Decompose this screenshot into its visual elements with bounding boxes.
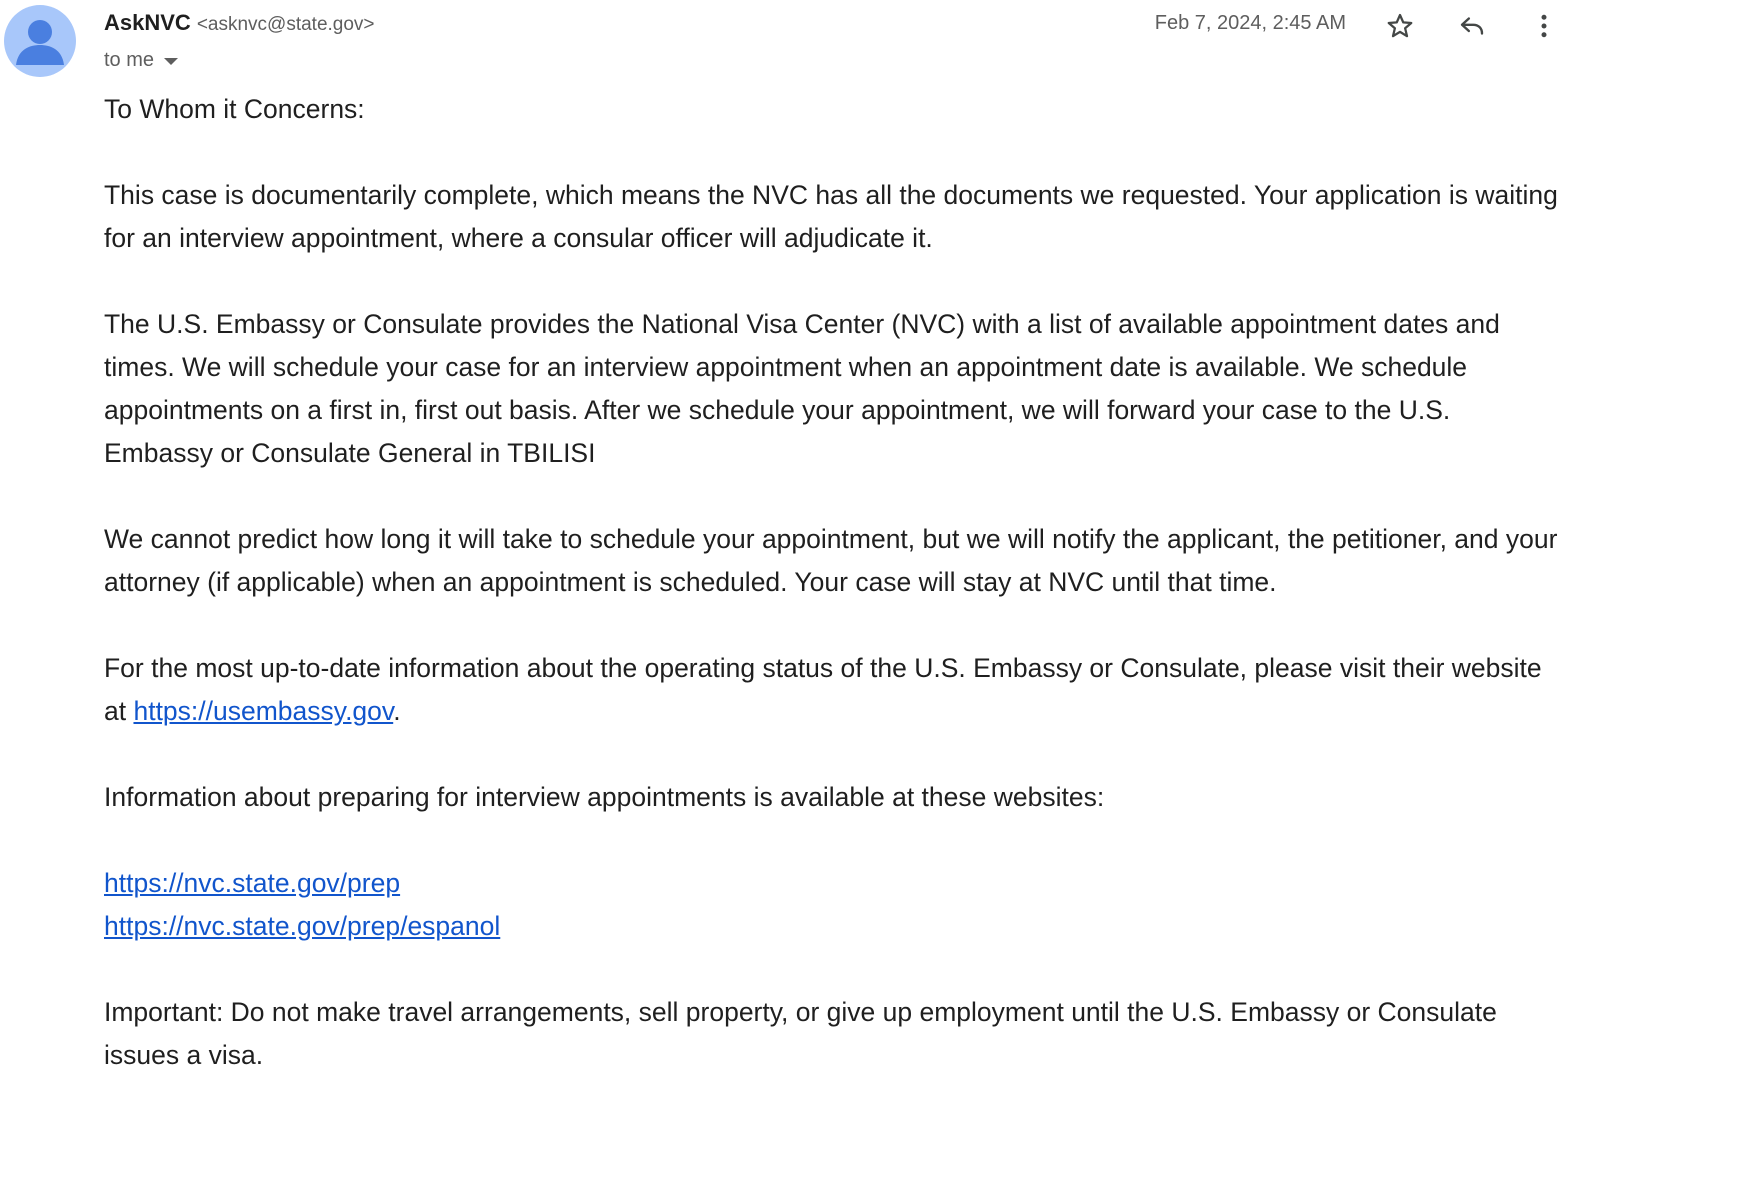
message-body: To Whom it Concerns: This case is docume… — [104, 88, 1564, 1120]
recipient-details-toggle[interactable]: to me — [104, 45, 179, 75]
prep-links: https://nvc.state.gov/prep https://nvc.s… — [104, 862, 1564, 948]
sender-name[interactable]: AskNVC — [104, 10, 191, 35]
sender-line: AskNVC <asknvc@state.gov> — [104, 8, 375, 41]
paragraph-important-notice: Important: Do not make travel arrangemen… — [104, 997, 1497, 1070]
paragraph-scheduling: The U.S. Embassy or Consulate provides t… — [104, 309, 1500, 468]
recipient-label: to me — [104, 49, 155, 71]
more-options-button[interactable] — [1524, 8, 1564, 44]
more-vert-icon — [1541, 14, 1547, 38]
prep-espanol-link[interactable]: https://nvc.state.gov/prep/espanol — [104, 905, 1564, 948]
star-button[interactable] — [1380, 8, 1420, 44]
paragraph-preparation-info: Information about preparing for intervie… — [104, 782, 1105, 812]
sender-email: <asknvc@state.gov> — [196, 14, 375, 35]
greeting: To Whom it Concerns: — [104, 94, 365, 124]
paragraph-operating-status: For the most up-to-date information abou… — [104, 647, 1564, 733]
message-date: Feb 7, 2024, 2:45 AM — [1154, 12, 1346, 34]
prep-link[interactable]: https://nvc.state.gov/prep — [104, 862, 1564, 905]
chevron-down-icon — [164, 57, 179, 65]
person-icon — [16, 20, 64, 65]
paragraph-documentarily-complete: This case is documentarily complete, whi… — [104, 180, 1558, 253]
message-header: AskNVC <asknvc@state.gov> to me Feb 7, 20… — [104, 8, 1754, 78]
star-icon — [1387, 13, 1413, 38]
avatar[interactable] — [4, 5, 76, 77]
operating-status-period: . — [393, 696, 401, 726]
reply-icon — [1460, 17, 1484, 35]
usembassy-link[interactable]: https://usembassy.gov — [133, 696, 393, 726]
paragraph-notification: We cannot predict how long it will take … — [104, 524, 1558, 597]
reply-button[interactable] — [1452, 8, 1492, 44]
